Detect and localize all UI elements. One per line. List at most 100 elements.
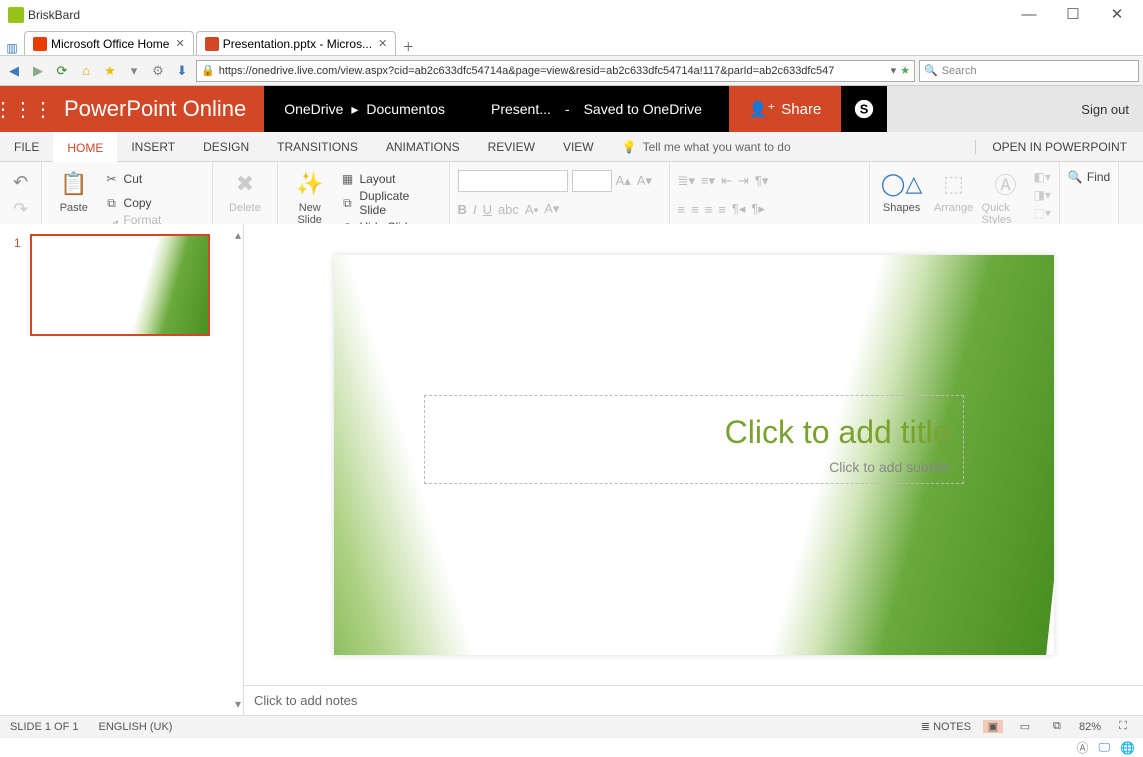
shapes-button[interactable]: ◯△ Shapes — [878, 166, 926, 214]
briskbard-logo-icon — [8, 7, 24, 23]
scroll-up-icon[interactable]: ▴ — [235, 228, 241, 242]
tab-home[interactable]: HOME — [53, 132, 117, 162]
find-button[interactable]: 🔍 Find — [1068, 170, 1110, 184]
delete-button[interactable]: ✖ Delete — [221, 166, 269, 214]
slide-thumbnails-panel: 1 ▴ ▾ — [0, 224, 244, 715]
title-placeholder[interactable]: Click to add title Click to add subtitle — [424, 395, 964, 484]
globe-icon[interactable]: 🌐 — [1120, 741, 1135, 755]
paste-button[interactable]: 📋 Paste — [50, 166, 98, 214]
tab-file[interactable]: FILE — [0, 132, 53, 162]
ltr-button[interactable]: ¶▸ — [751, 201, 765, 217]
quick-styles-button[interactable]: Ⓐ Quick Styles — [982, 166, 1030, 226]
home-button[interactable]: ⌂ — [76, 61, 96, 81]
new-slide-button[interactable]: ✨ New Slide — [286, 166, 334, 226]
subtitle-text[interactable]: Click to add subtitle — [555, 459, 951, 475]
layout-button[interactable]: ▦Layout — [337, 168, 440, 190]
download-button[interactable]: ⬇ — [172, 61, 192, 81]
underline-button[interactable]: U — [483, 202, 492, 217]
redo-button[interactable]: ↷ — [13, 199, 28, 220]
close-tab-icon[interactable]: ✕ — [175, 37, 184, 50]
slide-thumbnail-1[interactable] — [30, 234, 210, 336]
forward-button[interactable]: ▶ — [28, 61, 48, 81]
browser-tab-office[interactable]: Microsoft Office Home ✕ — [24, 31, 194, 55]
reading-view-button[interactable]: ▭ — [1015, 720, 1035, 733]
font-family-select[interactable] — [458, 170, 568, 192]
italic-button[interactable]: I — [473, 202, 477, 217]
dropdown-icon[interactable]: ▾ — [891, 64, 897, 77]
signout-button[interactable]: Sign out — [1067, 86, 1143, 132]
notes-toggle[interactable]: ≣ NOTES — [921, 720, 971, 733]
tab-transitions[interactable]: TRANSITIONS — [263, 132, 372, 162]
text-direction-button[interactable]: ¶▾ — [755, 173, 769, 189]
grow-font-icon[interactable]: A▴ — [616, 173, 631, 189]
align-left-button[interactable]: ≡ — [678, 202, 686, 217]
slideshow-button[interactable]: ⧉ — [1047, 720, 1067, 733]
slide-number: 1 — [14, 236, 21, 250]
browser-navbar: ◀ ▶ ⟳ ⌂ ★ ▾ ⚙ ⬇ 🔒 https://onedrive.live.… — [0, 56, 1143, 86]
screen-icon[interactable]: 🖵 — [1098, 740, 1110, 755]
tab-insert[interactable]: INSERT — [117, 132, 189, 162]
address-bar[interactable]: 🔒 https://onedrive.live.com/view.aspx?ci… — [196, 60, 915, 82]
shape-fill-button[interactable]: ◧▾ — [1034, 170, 1051, 184]
favorites-star-icon[interactable]: ★ — [900, 64, 910, 77]
crumb-file[interactable]: Present... — [491, 101, 551, 117]
tab-review[interactable]: REVIEW — [474, 132, 549, 162]
shape-effects-button[interactable]: ⬚▾ — [1034, 206, 1051, 220]
align-right-button[interactable]: ≡ — [705, 202, 713, 217]
tab-view[interactable]: VIEW — [549, 132, 608, 162]
crumb-folder[interactable]: Documentos — [366, 101, 445, 117]
duplicate-slide-button[interactable]: ⧉Duplicate Slide — [337, 192, 440, 214]
justify-button[interactable]: ≡ — [718, 202, 726, 217]
indent-inc-button[interactable]: ⇥ — [738, 173, 749, 189]
bookmark-button[interactable]: ★ — [100, 61, 120, 81]
indent-dec-button[interactable]: ⇤ — [721, 173, 732, 189]
shrink-font-icon[interactable]: A▾ — [637, 173, 652, 189]
strike-button[interactable]: abc — [498, 202, 519, 217]
history-button[interactable]: ▾ — [124, 61, 144, 81]
settings-button[interactable]: ⚙ — [148, 61, 168, 81]
normal-view-button[interactable]: ▣ — [983, 720, 1003, 733]
align-center-button[interactable]: ≡ — [691, 202, 699, 217]
crumb-onedrive[interactable]: OneDrive — [284, 101, 343, 117]
browser-search[interactable]: 🔍 Search — [919, 60, 1139, 82]
slide-counter[interactable]: SLIDE 1 OF 1 — [10, 721, 78, 733]
share-button[interactable]: 👤⁺ Share — [729, 86, 842, 132]
undo-button[interactable]: ↶ — [13, 172, 28, 193]
numbering-button[interactable]: ≡▾ — [701, 173, 715, 189]
language-indicator[interactable]: ENGLISH (UK) — [98, 721, 172, 733]
close-button[interactable]: ✕ — [1095, 0, 1139, 30]
close-tab-icon[interactable]: ✕ — [378, 37, 387, 50]
bold-button[interactable]: B — [458, 202, 467, 217]
user-area[interactable] — [887, 86, 1067, 132]
notes-pane[interactable]: Click to add notes — [244, 685, 1143, 715]
browser-tab-presentation[interactable]: Presentation.pptx - Micros... ✕ — [196, 31, 397, 55]
title-text[interactable]: Click to add title — [555, 414, 951, 451]
back-button[interactable]: ◀ — [4, 61, 24, 81]
tab-animations[interactable]: ANIMATIONS — [372, 132, 474, 162]
font-color-button[interactable]: A▾ — [544, 201, 559, 217]
arrange-button[interactable]: ⬚ Arrange — [930, 166, 978, 214]
slide[interactable]: Click to add title Click to add subtitle — [334, 255, 1054, 655]
bullets-button[interactable]: ≣▾ — [678, 173, 695, 189]
scroll-down-icon[interactable]: ▾ — [235, 697, 241, 711]
app-launcher-button[interactable]: ⋮⋮⋮ — [0, 86, 46, 132]
zoom-level[interactable]: 82% — [1079, 721, 1101, 733]
slide-canvas[interactable]: Click to add title Click to add subtitle — [244, 224, 1143, 685]
copy-button[interactable]: ⧉Copy — [102, 192, 204, 214]
shape-outline-button[interactable]: ◨▾ — [1034, 188, 1051, 202]
highlight-button[interactable]: A▪ — [525, 202, 538, 217]
tell-me-search[interactable]: 💡 Tell me what you want to do — [608, 140, 805, 154]
skype-button[interactable]: S — [841, 86, 887, 132]
font-size-select[interactable] — [572, 170, 612, 192]
new-tab-button[interactable]: ＋ — [398, 38, 418, 55]
minimize-button[interactable]: — — [1007, 0, 1051, 30]
open-in-powerpoint-button[interactable]: OPEN IN POWERPOINT — [975, 140, 1143, 154]
tab-design[interactable]: DESIGN — [189, 132, 263, 162]
rtl-button[interactable]: ¶◂ — [732, 201, 746, 217]
reload-button[interactable]: ⟳ — [52, 61, 72, 81]
sidebar-icon[interactable]: ▥ — [4, 41, 20, 55]
maximize-button[interactable]: ☐ — [1051, 0, 1095, 30]
cut-button[interactable]: ✂Cut — [102, 168, 204, 190]
fit-to-window-button[interactable]: ⛶ — [1113, 720, 1133, 733]
adblock-icon[interactable]: Ⓐ — [1076, 739, 1088, 756]
